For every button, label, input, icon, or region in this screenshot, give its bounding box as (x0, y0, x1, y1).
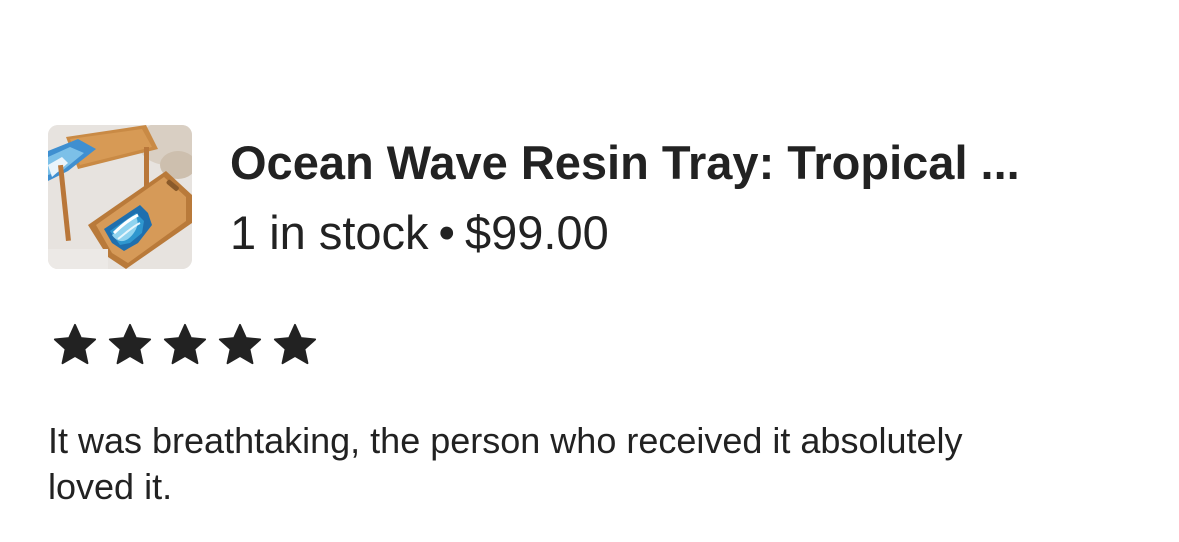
listing-thumbnail[interactable] (48, 125, 192, 269)
star-icon (163, 323, 207, 365)
star-rating (52, 322, 318, 368)
stock-status: 1 in stock (230, 206, 429, 259)
star-icon (218, 323, 262, 365)
listing-summary: Ocean Wave Resin Tray: Tropical ... 1 in… (48, 125, 1138, 269)
star-icon (273, 323, 317, 365)
review-text: It was breathtaking, the person who rece… (48, 420, 963, 507)
star-icon (108, 323, 152, 365)
meta-separator: • (438, 206, 456, 259)
listing-meta: 1 in stock • $99.00 (230, 205, 609, 261)
star-icon (53, 323, 97, 365)
tray-photo-icon (48, 125, 192, 269)
listing-title[interactable]: Ocean Wave Resin Tray: Tropical ... (230, 135, 1130, 191)
listing-price: $99.00 (465, 206, 609, 259)
